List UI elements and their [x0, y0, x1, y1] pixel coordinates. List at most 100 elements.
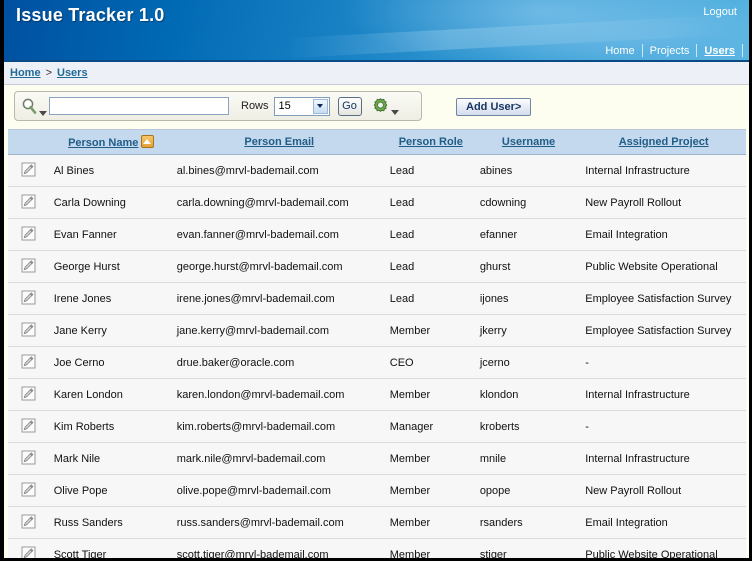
cell-person-name: Carla Downing	[50, 187, 173, 219]
cell-username: stiger	[476, 539, 581, 561]
edit-pencil-icon[interactable]	[21, 258, 36, 273]
edit-pencil-icon[interactable]	[21, 162, 36, 177]
cell-person-role: Member	[386, 315, 476, 347]
row-edit-cell[interactable]	[8, 251, 50, 283]
table-row: Scott Tigerscott.tiger@mrvl-bademail.com…	[8, 539, 746, 561]
cell-person-email: al.bines@mrvl-bademail.com	[173, 155, 386, 187]
cell-person-role: Member	[386, 539, 476, 561]
cell-username: jcerno	[476, 347, 581, 379]
cell-person-name: Joe Cerno	[50, 347, 173, 379]
table-row: Karen Londonkaren.london@mrvl-bademail.c…	[8, 379, 746, 411]
cell-assigned-project: New Payroll Rollout	[581, 475, 746, 507]
cell-person-role: Lead	[386, 283, 476, 315]
row-edit-cell[interactable]	[8, 315, 50, 347]
cell-person-role: CEO	[386, 347, 476, 379]
edit-pencil-icon[interactable]	[21, 194, 36, 209]
search-icon[interactable]	[21, 95, 47, 117]
app-banner: Issue Tracker 1.0 Logout Home Projects U…	[4, 0, 749, 62]
cell-username: abines	[476, 155, 581, 187]
table-row: George Hurstgeorge.hurst@mrvl-bademail.c…	[8, 251, 746, 283]
column-header-person-role[interactable]: Person Role	[386, 130, 476, 155]
cell-assigned-project: Internal Infrastructure	[581, 155, 746, 187]
table-row: Mark Nilemark.nile@mrvl-bademail.comMemb…	[8, 443, 746, 475]
edit-pencil-icon[interactable]	[21, 418, 36, 433]
cell-person-name: Al Bines	[50, 155, 173, 187]
cell-person-email: jane.kerry@mrvl-bademail.com	[173, 315, 386, 347]
breadcrumb-users[interactable]: Users	[57, 67, 88, 79]
cell-username: jkerry	[476, 315, 581, 347]
nav-link-projects[interactable]: Projects	[643, 45, 697, 57]
cell-person-role: Member	[386, 507, 476, 539]
row-edit-cell[interactable]	[8, 379, 50, 411]
row-edit-cell[interactable]	[8, 187, 50, 219]
edit-pencil-icon[interactable]	[21, 322, 36, 337]
edit-pencil-icon[interactable]	[21, 482, 36, 497]
cell-person-email: irene.jones@mrvl-bademail.com	[173, 283, 386, 315]
nav-link-home[interactable]: Home	[598, 45, 641, 57]
cell-person-role: Lead	[386, 187, 476, 219]
row-edit-cell[interactable]	[8, 507, 50, 539]
cell-person-role: Lead	[386, 251, 476, 283]
table-header: Person Name Person Email Person Role Use…	[8, 130, 746, 155]
edit-pencil-icon[interactable]	[21, 546, 36, 561]
column-header-person-name[interactable]: Person Name	[50, 130, 173, 155]
cell-person-name: Evan Fanner	[50, 219, 173, 251]
cell-assigned-project: Email Integration	[581, 507, 746, 539]
top-navigation: Home Projects Users	[598, 44, 743, 57]
cell-person-role: Lead	[386, 219, 476, 251]
table-row: Carla Downingcarla.downing@mrvl-bademail…	[8, 187, 746, 219]
cell-assigned-project: Internal Infrastructure	[581, 379, 746, 411]
column-header-username[interactable]: Username	[476, 130, 581, 155]
column-header-username-label[interactable]: Username	[502, 136, 555, 148]
add-user-button[interactable]: Add User>	[456, 98, 531, 116]
row-edit-cell[interactable]	[8, 155, 50, 187]
sort-ascending-icon[interactable]	[141, 135, 154, 148]
breadcrumb-home[interactable]: Home	[10, 67, 41, 79]
cell-person-name: Irene Jones	[50, 283, 173, 315]
search-input[interactable]	[49, 97, 229, 115]
nav-separator	[742, 44, 743, 57]
column-header-person-email[interactable]: Person Email	[173, 130, 386, 155]
table-row: Irene Jonesirene.jones@mrvl-bademail.com…	[8, 283, 746, 315]
cell-username: klondon	[476, 379, 581, 411]
row-edit-cell[interactable]	[8, 411, 50, 443]
logout-link[interactable]: Logout	[703, 6, 737, 18]
column-header-person-name-label[interactable]: Person Name	[68, 137, 138, 149]
row-edit-cell[interactable]	[8, 475, 50, 507]
cell-username: ijones	[476, 283, 581, 315]
cell-username: ghurst	[476, 251, 581, 283]
cell-person-name: Mark Nile	[50, 443, 173, 475]
table-row: Joe Cernodrue.baker@oracle.comCEOjcerno-	[8, 347, 746, 379]
cell-person-name: Karen London	[50, 379, 173, 411]
cell-person-role: Manager	[386, 411, 476, 443]
table-row: Olive Popeolive.pope@mrvl-bademail.comMe…	[8, 475, 746, 507]
cell-person-email: mark.nile@mrvl-bademail.com	[173, 443, 386, 475]
column-header-person-email-label[interactable]: Person Email	[244, 136, 314, 148]
edit-pencil-icon[interactable]	[21, 514, 36, 529]
column-header-assigned-project[interactable]: Assigned Project	[581, 130, 746, 155]
column-header-assigned-project-label[interactable]: Assigned Project	[619, 136, 709, 148]
column-header-person-role-label[interactable]: Person Role	[399, 136, 463, 148]
page-title: Issue Tracker 1.0	[16, 5, 165, 26]
go-button[interactable]: Go	[338, 97, 362, 116]
cell-assigned-project: -	[581, 347, 746, 379]
rows-select[interactable]: 15	[274, 97, 330, 116]
nav-link-users[interactable]: Users	[697, 45, 742, 57]
edit-pencil-icon[interactable]	[21, 450, 36, 465]
cell-person-email: carla.downing@mrvl-bademail.com	[173, 187, 386, 219]
edit-pencil-icon[interactable]	[21, 226, 36, 241]
row-edit-cell[interactable]	[8, 283, 50, 315]
edit-pencil-icon[interactable]	[21, 290, 36, 305]
row-edit-cell[interactable]	[8, 219, 50, 251]
row-edit-cell[interactable]	[8, 347, 50, 379]
cell-person-role: Member	[386, 475, 476, 507]
search-panel: Rows 15 Go	[14, 91, 422, 121]
gear-icon[interactable]	[371, 95, 399, 117]
row-edit-cell[interactable]	[8, 539, 50, 561]
breadcrumb-separator: >	[46, 67, 52, 79]
row-edit-cell[interactable]	[8, 443, 50, 475]
edit-pencil-icon[interactable]	[21, 354, 36, 369]
edit-pencil-icon[interactable]	[21, 386, 36, 401]
cell-assigned-project: Public Website Operational	[581, 251, 746, 283]
cell-person-email: karen.london@mrvl-bademail.com	[173, 379, 386, 411]
